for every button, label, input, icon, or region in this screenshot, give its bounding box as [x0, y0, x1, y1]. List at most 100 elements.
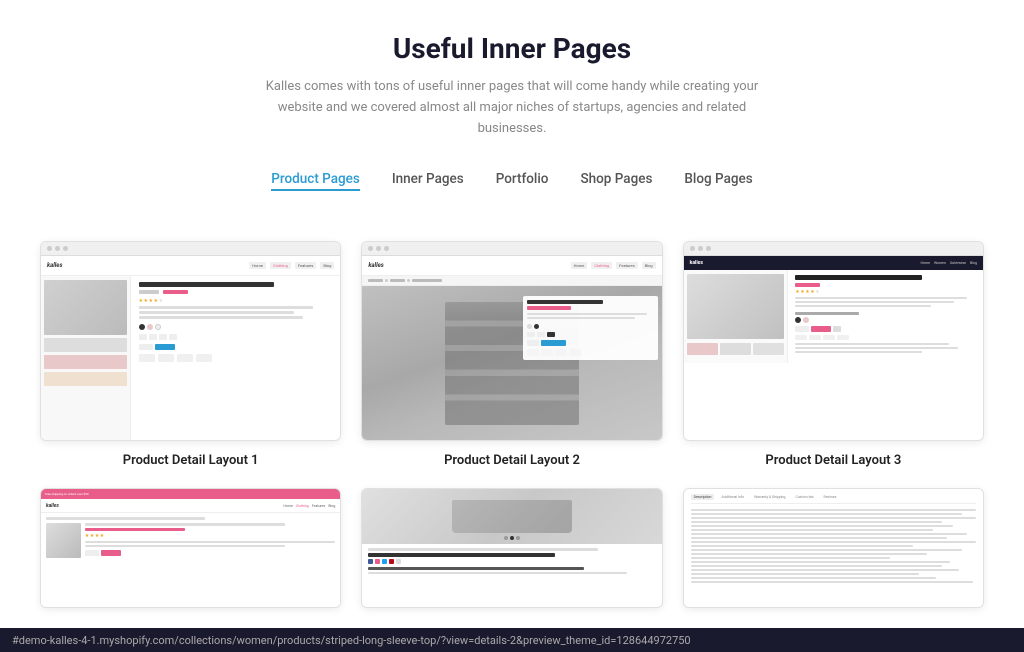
mock-logo-2: kalles — [368, 262, 383, 269]
mock-main-image-2 — [362, 286, 661, 440]
add-4 — [101, 550, 121, 556]
tab-portfolio[interactable]: Portfolio — [496, 167, 549, 191]
dl-10 — [691, 545, 914, 547]
d-pay-1 — [795, 335, 807, 340]
ov-qty — [527, 340, 539, 346]
badge-1 — [139, 354, 155, 362]
s4-4 — [100, 533, 104, 537]
bc-1 — [368, 279, 383, 282]
ov-badge-4 — [569, 349, 581, 356]
gallery-main-3 — [687, 274, 785, 339]
dot-5-2 — [510, 536, 514, 540]
dark-nav-4: Blog — [970, 261, 977, 265]
tab-blog-pages[interactable]: Blog Pages — [684, 167, 752, 191]
star-2 — [144, 298, 148, 302]
mock-desc-1 — [139, 306, 333, 319]
star-3 — [149, 298, 153, 302]
d-add-btn — [811, 326, 831, 332]
nav-items-4: Home Clothing Features Blog — [283, 504, 335, 508]
dark-nav-links: Home Women Outerwear Blog — [921, 261, 977, 265]
mock-content-area-4 — [41, 513, 340, 607]
detail-desc-3 — [795, 297, 976, 307]
dark-nav-1: Home — [921, 261, 930, 265]
tab-product-pages[interactable]: Product Pages — [271, 167, 360, 191]
products-grid-row1: kalles Home Clothing Features Blog — [0, 231, 1024, 488]
mock-dark-logo-3: kalles — [690, 260, 703, 266]
nav-i-1: Home — [283, 504, 292, 508]
detail-meta-3 — [795, 343, 976, 353]
overlay-desc — [527, 313, 654, 319]
mock-gallery-3 — [684, 270, 789, 363]
mock-stars-1 — [139, 298, 333, 302]
star-5 — [159, 298, 163, 302]
product-screenshot-4[interactable]: Free shipping on orders over $50 kalles … — [40, 488, 341, 608]
pi-price-4 — [85, 528, 185, 531]
product-info-4 — [85, 523, 335, 558]
detail-stars-3 — [795, 289, 976, 293]
nav-clothing-1: Clothing — [270, 262, 291, 269]
size-m — [159, 334, 167, 340]
bottom-bar: #demo-kalles-4-1.myshopify.com/collectio… — [0, 628, 1024, 652]
dm-3 — [795, 351, 921, 353]
tab-inner-pages[interactable]: Inner Pages — [392, 167, 464, 191]
dd-2 — [795, 301, 954, 303]
main-thumb-1 — [44, 280, 127, 335]
dl-19 — [691, 581, 973, 583]
desc-line-2 — [139, 311, 294, 314]
pi-title-4 — [85, 523, 285, 526]
nav-home-2: Home — [571, 262, 588, 269]
product-screenshot-5[interactable] — [361, 488, 662, 608]
product-screenshot-3[interactable]: kalles Home Women Outerwear Blog — [683, 241, 984, 441]
ov-swatch-2 — [534, 324, 539, 329]
product-screenshot-6[interactable]: Description Additional Info Warranty & S… — [683, 488, 984, 608]
ov-size-2 — [537, 332, 545, 337]
s4-2 — [90, 533, 94, 537]
dot-5-1 — [504, 536, 508, 540]
g-thumb-3 — [753, 343, 784, 355]
swatch-white — [155, 324, 161, 330]
d-pay-3 — [823, 335, 835, 340]
nav-i-4: Blog — [328, 504, 335, 508]
dl-17 — [691, 573, 919, 575]
mock-price-old-1 — [139, 290, 159, 294]
mock-toolbar-3 — [684, 242, 983, 256]
mock-content-1 — [41, 276, 340, 440]
bt-tw — [382, 559, 387, 564]
d-pay-4 — [837, 335, 849, 340]
dot-green-3 — [706, 246, 711, 251]
mock-white-nav-4: kalles Home Clothing Features Blog — [41, 499, 340, 513]
product-screenshot-1[interactable]: kalles Home Clothing Features Blog — [40, 241, 341, 441]
d-star-5 — [815, 289, 819, 293]
bt-pin — [389, 559, 394, 564]
product-label-3: Product Detail Layout 3 — [765, 453, 901, 468]
dark-nav-2: Women — [934, 261, 946, 265]
nav-i-2: Clothing — [296, 504, 309, 508]
nav-i-3: Features — [312, 504, 326, 508]
mock-nav-links-1: Home Clothing Features Blog — [249, 262, 334, 269]
bc-3 — [412, 279, 442, 282]
product-label-2: Product Detail Layout 2 — [444, 453, 580, 468]
product-screenshot-2[interactable]: kalles Home Clothing Features Blog — [361, 241, 662, 441]
mock-content-2 — [362, 276, 661, 440]
nav-features-1: Features — [295, 262, 316, 269]
detail-swatches-3 — [795, 317, 976, 323]
qty-4 — [85, 550, 99, 556]
ov-size-3 — [547, 332, 555, 337]
add-btn-1 — [155, 344, 175, 350]
tab-review-6: Reviews — [821, 494, 840, 500]
dl-7 — [691, 533, 968, 535]
mock-browser-1: kalles Home Clothing Features Blog — [41, 242, 340, 440]
dot-green — [63, 246, 68, 251]
dl-15 — [691, 565, 942, 567]
size-xs — [139, 334, 147, 340]
ov-badge-1 — [527, 349, 539, 356]
ov-size-1 — [527, 332, 535, 337]
dl-4 — [691, 521, 942, 523]
mock-toolbar-1 — [41, 242, 340, 256]
tab-shop-pages[interactable]: Shop Pages — [580, 167, 652, 191]
qty-box-1 — [139, 344, 153, 350]
product-card-4: Free shipping on orders over $50 kalles … — [40, 488, 341, 608]
d-star-4 — [810, 289, 814, 293]
nav-clothing-2: Clothing — [591, 262, 612, 269]
mock-content-3 — [684, 270, 983, 440]
